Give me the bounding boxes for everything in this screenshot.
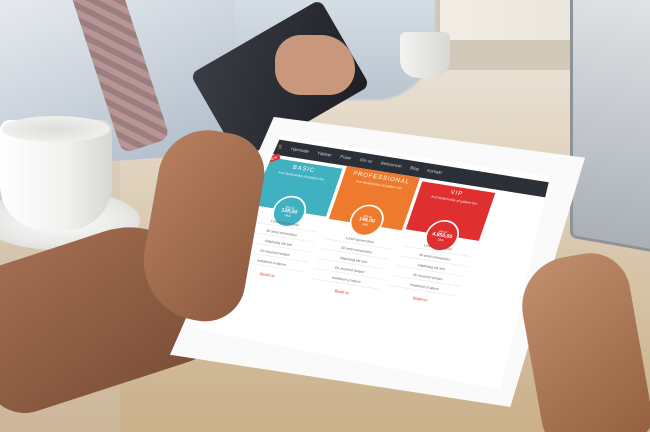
nav-item[interactable]: Priser [339, 155, 352, 162]
nav-item[interactable]: Kontakt [426, 168, 442, 175]
nav-item[interactable]: Om os [359, 158, 373, 165]
plan-card-vip: VIP Kort beskrivelse af pakken her pris … [405, 181, 496, 255]
price-unit: DKK [284, 213, 292, 218]
nav-item[interactable]: Ydelser [316, 151, 332, 158]
plan-features-vip: Lorem ipsum dolor Sit amet consectetur A… [383, 239, 475, 307]
plan-title: VIP [449, 189, 464, 198]
photo-scene: S Hjemside Ydelser Priser Om os Referenc… [0, 0, 650, 432]
background-hand [275, 35, 355, 95]
coffee-cup-rim [2, 116, 110, 142]
signup-link[interactable]: Bestil nu [412, 296, 428, 302]
signup-link[interactable]: Bestil nu [259, 272, 275, 278]
nav-item[interactable]: Referencer [380, 161, 403, 169]
nav-item[interactable]: Hjemside [290, 147, 309, 155]
nav-item[interactable]: Blog [409, 166, 419, 172]
signup-link[interactable]: Bestil nu [334, 289, 350, 295]
price-badge: pris pr. 148,00 DKK [345, 202, 389, 239]
price-unit: DKK [361, 222, 369, 227]
plan-card-professional: PROFESSIONAL Kort beskrivelse af pakken … [328, 166, 421, 239]
plan-features-professional: Lorem ipsum dolor Sit amet consectetur A… [305, 232, 397, 300]
laptop [570, 0, 650, 255]
background-coffee-cup [400, 32, 450, 78]
site-logo[interactable]: S [277, 145, 283, 151]
price-unit: DKK [436, 237, 445, 243]
